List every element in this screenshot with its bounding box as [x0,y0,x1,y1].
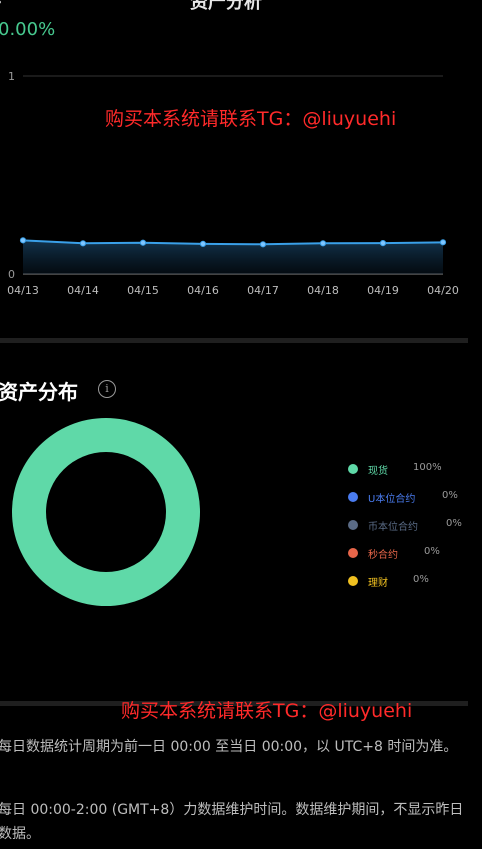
data-point [19,237,27,244]
legend-label: 理财 [368,578,388,589]
data-point [199,240,207,248]
data-point [379,240,387,247]
x-tick-label: 04/20 [427,284,459,297]
data-point [139,239,147,246]
legend-dot [348,520,358,530]
section-divider [0,338,468,343]
legend-value: 100% [413,462,442,473]
legend-value: 0% [442,490,458,501]
x-tick-label: 04/18 [307,284,339,297]
series-area [23,240,443,274]
legend-dot [348,492,358,502]
asset-trend-chart: 1 0 04/13 04/14 04/15 04/16 04/17 04/18 04/19 04/… [7,70,459,297]
donut-hole [46,452,166,572]
note-maintenance: 每日 00:00-2:00 (GMT+8）力数据维护时间。数据维护期间，不显示昨… [0,802,464,842]
x-tick-label: 04/14 [67,284,99,297]
page-title: 资产分析 [190,0,262,13]
legend-value: 0% [413,574,429,585]
legend-label: 现货 [368,466,388,477]
legend-value: 0% [424,546,440,557]
legend-dot [348,464,358,474]
data-point [319,240,327,247]
watermark-top: 购买本系统请联系TG：@liuyuehi [105,108,397,130]
x-tick-label: 04/13 [7,284,39,297]
data-point [79,240,87,247]
watermark-bottom: 购买本系统请联系TG：@liuyuehi [121,700,413,722]
y-tick-label: 1 [8,70,15,83]
legend-label: 秒合约 [368,550,398,561]
x-tick-label: 04/19 [367,284,399,297]
y-tick-label: 0 [8,268,15,281]
distribution-title: 资产分布 [0,380,78,404]
legend-dot [348,576,358,586]
x-tick-label: 04/16 [187,284,219,297]
data-point [439,239,447,246]
legend-value: 0% [446,518,462,529]
x-tick-label: 04/17 [247,284,279,297]
legend-label: 币本位合约 [368,522,418,533]
info-icon[interactable]: i [98,380,116,398]
x-tick-label: 04/15 [127,284,159,297]
legend-label: U本位合约 [368,494,416,505]
back-chevron-icon[interactable]: ‹ [0,0,3,11]
note-stat-period: 每日数据统计周期为前一日 00:00 至当日 00:00，以 UTC+8 时间为… [0,739,458,755]
legend-dot [348,548,358,558]
change-percent: 0.00% [0,19,56,40]
data-point [259,241,267,248]
